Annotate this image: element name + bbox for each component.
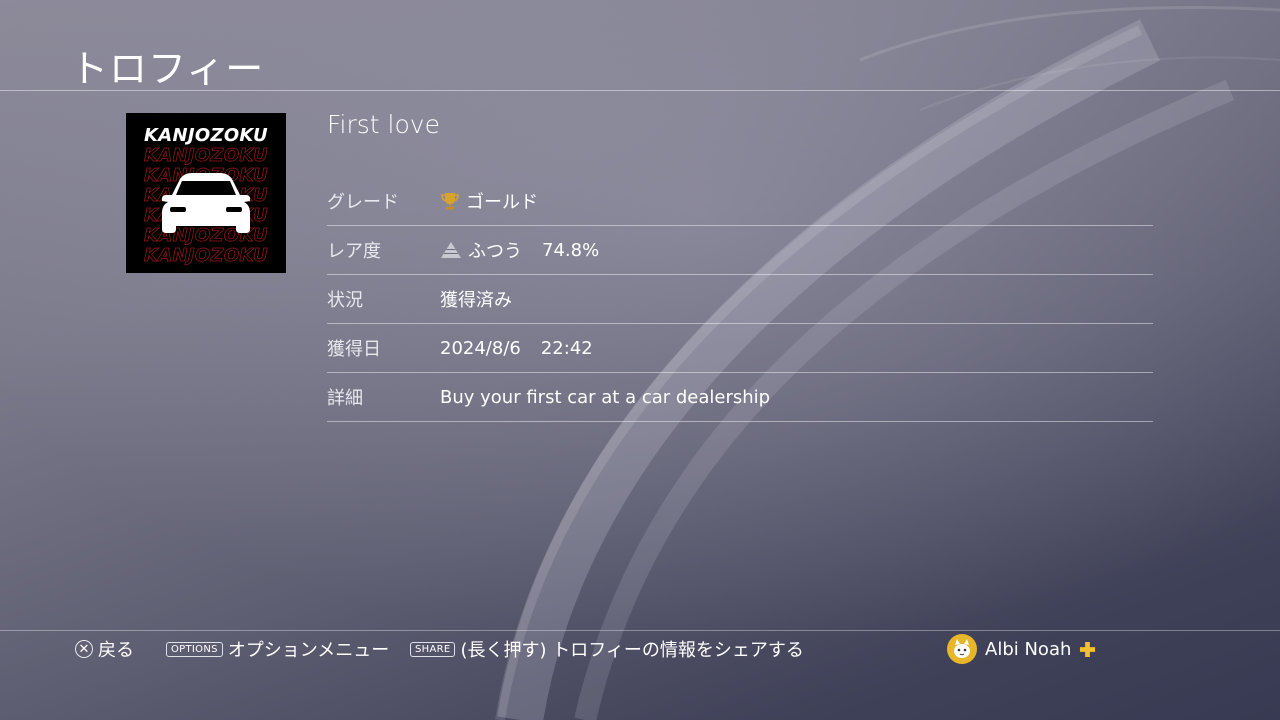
gold-trophy-icon — [441, 193, 459, 210]
earned-date-label: 獲得日 — [327, 339, 381, 360]
options-label: オプションメニュー — [227, 640, 390, 661]
playstation-plus-icon — [1080, 641, 1096, 657]
share-action[interactable]: SHARE (長く押す) トロフィーの情報をシェアする — [410, 633, 804, 665]
header-divider — [0, 90, 1280, 91]
footer-button-guide: ✕ 戻る OPTIONS オプションメニュー SHARE (長く押す) トロフィ… — [0, 633, 1280, 665]
game-logo-text: KANJOZOKU — [144, 125, 268, 146]
rarity-percent: 74.8% — [542, 239, 600, 261]
grade-row: グレード ゴールド — [327, 177, 1153, 226]
share-button-icon: SHARE — [410, 641, 456, 657]
description-row: 詳細 Buy your first car at a car dealershi… — [327, 373, 1153, 422]
user-name: Albi Noah — [985, 638, 1072, 660]
rarity-value: ふつう — [468, 241, 522, 262]
cat-avatar-icon — [949, 636, 975, 662]
rarity-pyramid-icon — [441, 242, 461, 258]
options-button-icon: OPTIONS — [166, 641, 223, 657]
earned-time-value: 22:42 — [540, 337, 593, 359]
trophy-image: KANJOZOKU KANJOZOKU KANJOZOKU KANJOZOKU … — [126, 113, 286, 273]
grade-value: ゴールド — [466, 192, 538, 213]
cross-button-icon: ✕ — [75, 640, 93, 658]
grade-label: グレード — [327, 192, 399, 213]
rarity-label: レア度 — [327, 241, 381, 262]
car-icon — [162, 173, 250, 233]
status-label: 状況 — [327, 290, 363, 311]
description-label: 詳細 — [327, 388, 363, 409]
avatar — [947, 634, 977, 664]
user-info: Albi Noah — [947, 633, 1096, 665]
options-menu-action[interactable]: OPTIONS オプションメニュー — [166, 633, 389, 665]
status-value: 獲得済み — [440, 290, 512, 311]
trophy-name: First love — [327, 110, 440, 139]
earned-date-value: 2024/8/6 — [440, 337, 521, 359]
status-row: 状況 獲得済み — [327, 275, 1153, 324]
footer-divider — [0, 630, 1280, 631]
back-label: 戻る — [98, 640, 134, 661]
trophy-details-list: グレード ゴールド レア度 ふつう 74.8% 状況 獲得済み 獲得日 2024… — [327, 177, 1153, 422]
earned-date-row: 獲得日 2024/8/6 22:42 — [327, 324, 1153, 373]
description-value: Buy your first car at a car dealership — [440, 386, 771, 408]
rarity-row: レア度 ふつう 74.8% — [327, 226, 1153, 275]
share-label: (長く押す) トロフィーの情報をシェアする — [460, 640, 804, 661]
page-title: トロフィー — [70, 47, 265, 91]
back-action[interactable]: ✕ 戻る — [75, 633, 134, 665]
